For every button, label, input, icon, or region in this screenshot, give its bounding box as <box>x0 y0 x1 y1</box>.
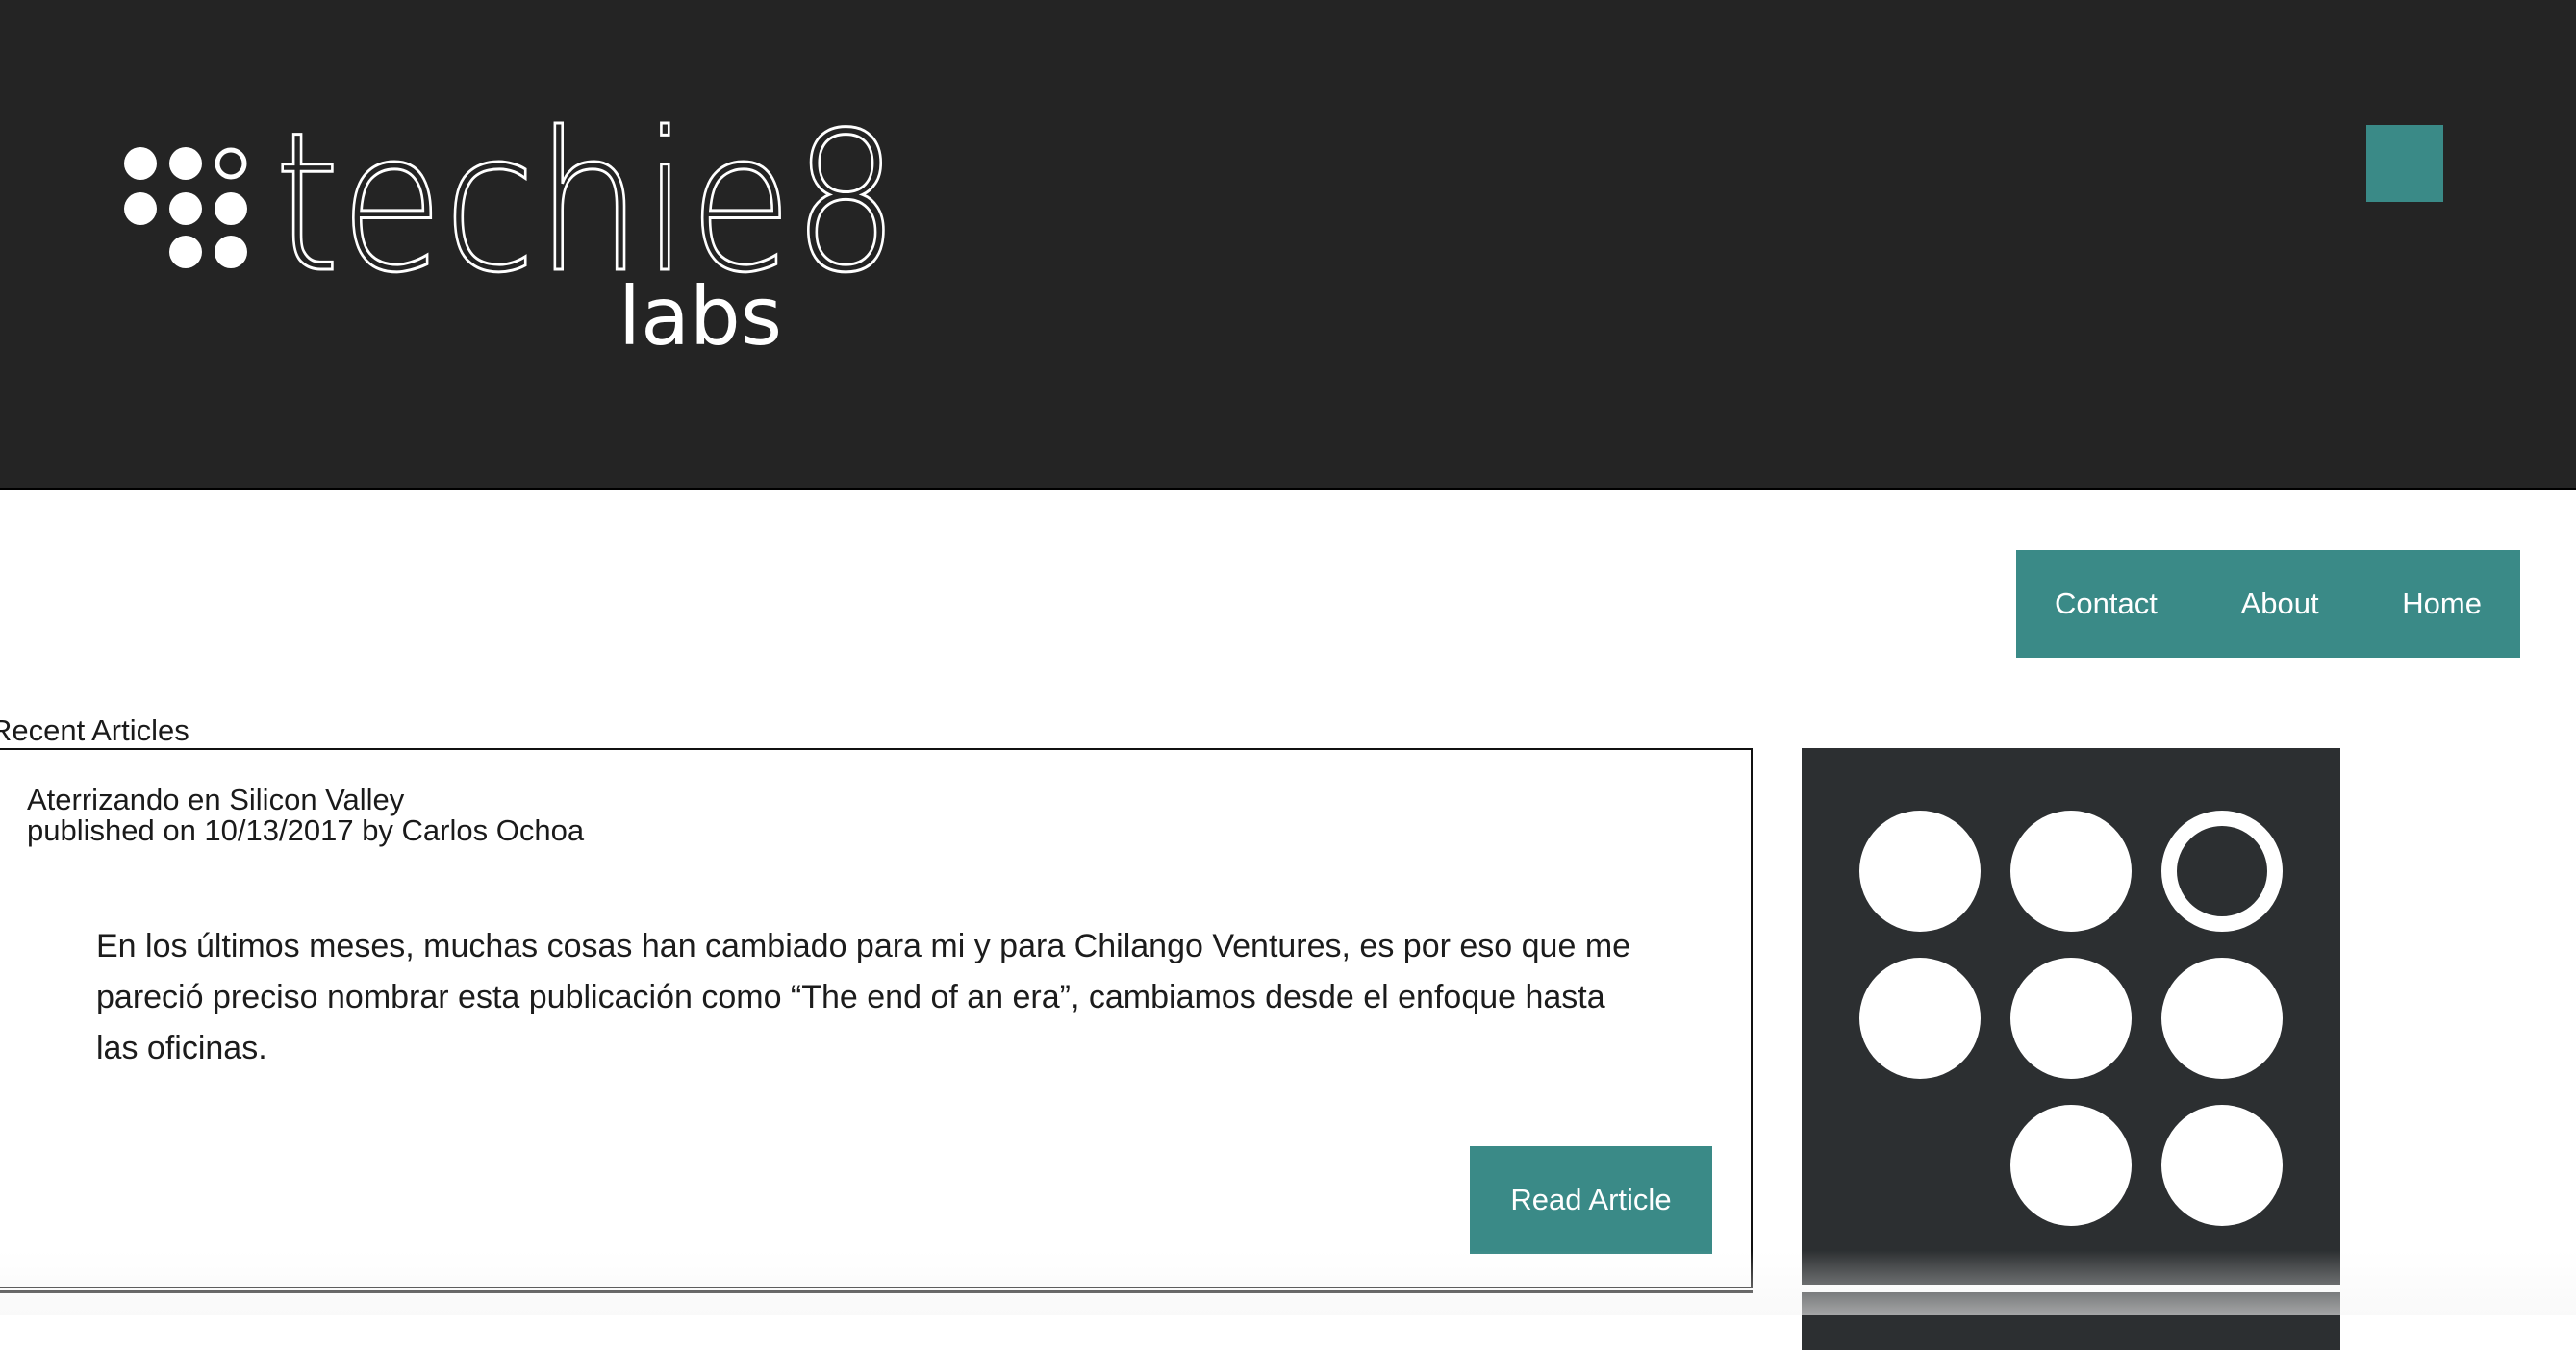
main-nav: Contact About Home <box>2016 550 2520 658</box>
techie8-labs-logo[interactable]: techie8 labs <box>120 115 909 356</box>
logo-sublabel: labs <box>619 269 782 356</box>
square-menu-button[interactable] <box>2366 125 2443 202</box>
nav-contact[interactable]: Contact <box>2055 587 2158 621</box>
read-article-button[interactable]: Read Article <box>1470 1146 1712 1254</box>
section-title: Recent Articles <box>0 713 189 747</box>
nav-about[interactable]: About <box>2241 587 2319 621</box>
article-excerpt: En los últimos meses, muchas cosas han c… <box>96 928 1631 1066</box>
dots-grid-logo-icon <box>124 147 247 268</box>
logo-wordmark: techie8 <box>274 115 899 315</box>
article-card: Aterrizando en Silicon Valley published … <box>0 748 1753 1288</box>
sidebar-logo-image <box>1802 748 2340 1285</box>
nav-home[interactable]: Home <box>2402 587 2482 621</box>
article-title[interactable]: Aterrizando en Silicon Valley <box>27 785 404 815</box>
article-card-next <box>0 1290 1753 1351</box>
article-meta: published on 10/13/2017 by Carlos Ochoa <box>27 813 585 847</box>
dots-grid-logo-icon <box>1859 811 2283 1226</box>
site-header: techie8 labs <box>0 0 2576 490</box>
sidebar-next-image <box>1802 1292 2340 1350</box>
